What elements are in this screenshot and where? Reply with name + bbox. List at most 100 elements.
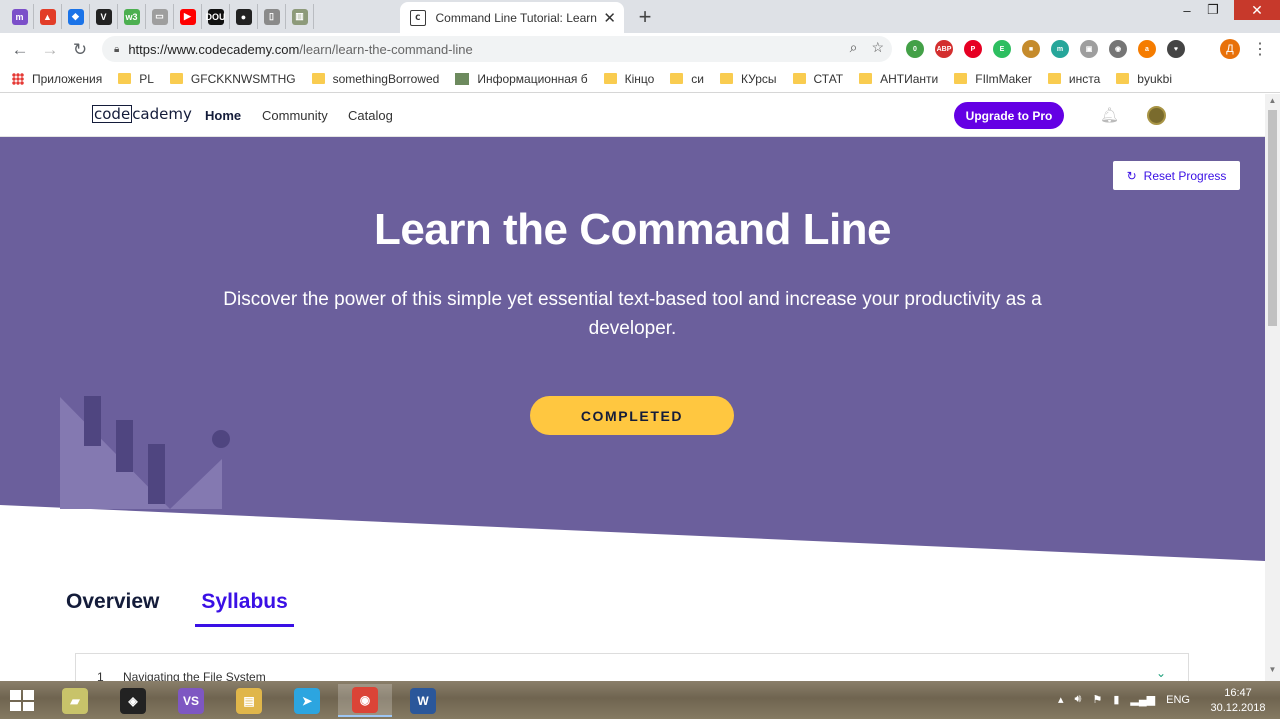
m-ext-icon[interactable]: m xyxy=(1051,40,1069,58)
bookmark-item[interactable]: си xyxy=(670,72,704,86)
scroll-up-arrow-icon[interactable]: ▲ xyxy=(1265,96,1280,110)
user-avatar[interactable] xyxy=(1147,106,1166,125)
pinned-tab[interactable]: m xyxy=(6,4,34,29)
pinned-tab[interactable]: ▲ xyxy=(34,4,62,29)
bookmark-item[interactable]: GFCKKNWSMTHG xyxy=(169,72,296,86)
bookmark-item[interactable]: Приложения xyxy=(12,72,102,86)
hero-banner: ↻ Reset Progress Learn the Command Line … xyxy=(0,137,1265,561)
pocket-icon[interactable]: ♥ xyxy=(1167,40,1185,58)
tray-expand-icon[interactable]: ▴ xyxy=(1058,693,1064,706)
bookmark-item[interactable]: СТАТ xyxy=(792,72,843,86)
folder-icon xyxy=(670,73,684,84)
adblock-icon[interactable]: ABP xyxy=(935,40,953,58)
battery-icon[interactable]: ▮ xyxy=(1113,693,1119,706)
pinned-tab[interactable]: ▭ xyxy=(146,4,174,29)
photo-icon: ▲ xyxy=(39,8,56,25)
bookmark-item[interactable]: FIlmMaker xyxy=(954,72,1032,86)
language-indicator[interactable]: ENG xyxy=(1166,694,1190,706)
bookmark-item[interactable]: инста xyxy=(1047,72,1100,86)
new-tab-button[interactable]: + xyxy=(635,4,655,30)
course-title: Learn the Command Line xyxy=(373,205,892,254)
taskbar-clock[interactable]: 16:47 30.12.2018 xyxy=(1208,686,1268,716)
bookmark-item[interactable]: АНТИанти xyxy=(859,72,938,86)
explorer-folder-icon: ▰ xyxy=(62,687,88,714)
volume-icon[interactable]: 🔊︎ xyxy=(1075,693,1082,706)
bookmark-label: Приложения xyxy=(32,71,103,86)
bookmark-item[interactable]: PL xyxy=(118,72,154,86)
nav-community[interactable]: Community xyxy=(262,108,328,123)
bookmark-item[interactable]: byukbi xyxy=(1116,72,1172,86)
evernote-icon[interactable]: E xyxy=(993,40,1011,58)
document-icon: ▯ xyxy=(263,8,280,25)
restore-button[interactable]: ❐ xyxy=(1200,0,1226,20)
address-bar[interactable]: 🔒︎ https://www.codecademy.com/learn/lear… xyxy=(102,36,892,62)
notification-bell-icon[interactable]: 🔔︎ xyxy=(1100,106,1119,124)
taskbar-app[interactable]: ▤ xyxy=(222,684,276,717)
minimize-button[interactable]: ‒ xyxy=(1174,0,1200,20)
taskbar-app[interactable]: ▰ xyxy=(48,684,102,717)
extensions-area: 0 ABP P E ■ m ▣ ◉ a ♥ xyxy=(906,40,1185,58)
folder-icon xyxy=(720,73,733,84)
nav-home[interactable]: Home xyxy=(205,108,241,123)
ext-gray-icon[interactable]: ▣ xyxy=(1080,40,1098,58)
tab-syllabus[interactable]: Syllabus xyxy=(195,588,294,627)
folder-icon xyxy=(792,73,806,84)
bookmark-item[interactable]: Кінцо xyxy=(603,72,654,86)
tab-strip: m ▲ ◆ Vw3 ▭ ▶ DOU ● ▯ ▥ c Command Line Tutorial: … xyxy=(0,0,1280,33)
tab-overview[interactable]: Overview xyxy=(66,588,159,627)
signal-icon[interactable]: ▂▄▆ xyxy=(1130,693,1155,706)
bookmark-label: byukbi xyxy=(1137,71,1172,86)
forward-button[interactable]: → xyxy=(39,39,61,61)
pinned-tab[interactable]: w3 xyxy=(118,4,146,29)
taskbar-app[interactable]: ◉ xyxy=(338,684,392,717)
close-window-button[interactable]: ✕ xyxy=(1234,0,1280,20)
scrollbar-thumb[interactable] xyxy=(1268,110,1277,326)
completed-button[interactable]: COMPLETED xyxy=(530,396,734,435)
reload-button[interactable]: ↻ xyxy=(69,39,91,61)
bookmark-label: PL xyxy=(139,71,154,86)
shop-icon[interactable]: a xyxy=(1138,40,1156,58)
scroll-down-arrow-icon[interactable]: ▼ xyxy=(1265,665,1280,679)
pinned-tab[interactable]: ◆ xyxy=(62,4,90,29)
pinned-tab[interactable]: DOU xyxy=(202,4,230,29)
nav-catalog[interactable]: Catalog xyxy=(348,108,393,123)
syllabus-item[interactable]: 1 Navigating the File System ⌄ xyxy=(75,653,1189,681)
windows-start-button[interactable] xyxy=(10,690,34,711)
folder-icon xyxy=(311,73,325,84)
upgrade-to-pro-button[interactable]: Upgrade to Pro xyxy=(954,102,1064,129)
pinned-tab[interactable]: ▥ xyxy=(286,4,314,29)
reset-progress-button[interactable]: ↻ Reset Progress xyxy=(1113,161,1240,190)
ext-box-icon[interactable]: ■ xyxy=(1022,40,1040,58)
back-button[interactable]: ← xyxy=(9,39,31,61)
taskbar-app[interactable]: ➤ xyxy=(280,684,334,717)
page-scrollbar[interactable]: ▲ ▼ xyxy=(1265,94,1280,681)
codecademy-logo[interactable]: code cademy xyxy=(92,105,192,123)
active-tab[interactable]: c Command Line Tutorial: Learn The ✕ xyxy=(400,2,624,33)
pinned-tab[interactable]: ● xyxy=(230,4,258,29)
w3-icon: w3 xyxy=(123,8,140,25)
bookmark-item[interactable]: Информационная б xyxy=(455,72,588,86)
profile-avatar[interactable]: Д xyxy=(1220,39,1240,59)
bookmark-star-icon[interactable]: ☆ xyxy=(871,39,884,56)
pinned-tab[interactable]: ▯ xyxy=(258,4,286,29)
taskbar-app[interactable]: VS xyxy=(164,684,218,717)
flag-icon[interactable]: ⚑ xyxy=(1092,693,1102,706)
illustration-bar xyxy=(84,396,101,446)
zoom-icon[interactable]: ⌕ xyxy=(850,39,858,56)
github-icon: ● xyxy=(235,8,252,25)
illustration-bar xyxy=(116,420,133,472)
pinned-tab[interactable]: V xyxy=(90,4,118,29)
taskbar-app[interactable]: W xyxy=(396,684,450,717)
bookmark-item[interactable]: somethingBorrowed xyxy=(311,72,439,86)
camera-icon[interactable]: ◉ xyxy=(1109,40,1127,58)
menu-dots-icon[interactable]: ⋮ xyxy=(1252,39,1268,59)
chevron-down-icon[interactable]: ⌄ xyxy=(1156,666,1166,680)
taskbar-app[interactable]: ◈ xyxy=(106,684,160,717)
bookmark-item[interactable]: КУрсы xyxy=(720,72,777,86)
youtube-icon: ▶ xyxy=(179,8,196,25)
pinterest-icon[interactable]: P xyxy=(964,40,982,58)
pinned-tab[interactable]: ▶ xyxy=(174,4,202,29)
green-ext-icon[interactable]: 0 xyxy=(906,40,924,58)
file-explorer-icon: ▤ xyxy=(236,687,262,714)
tab-close-icon[interactable]: ✕ xyxy=(603,9,616,27)
